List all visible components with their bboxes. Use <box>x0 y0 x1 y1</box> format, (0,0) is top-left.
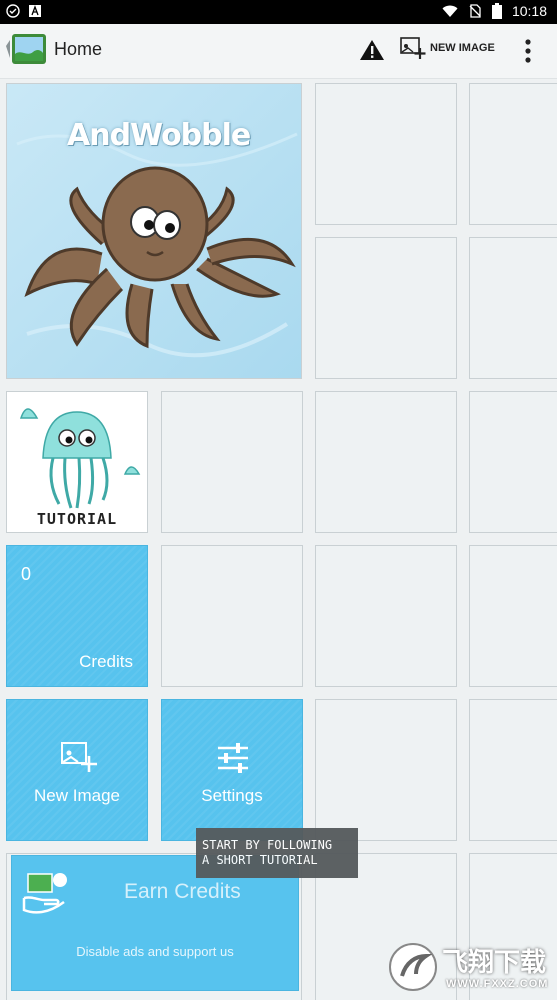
empty-tile[interactable] <box>161 391 303 533</box>
empty-tile[interactable] <box>469 545 557 687</box>
app-logo-icon <box>6 34 46 64</box>
empty-tile[interactable] <box>469 391 557 533</box>
clock: 10:18 <box>511 3 547 19</box>
tooltip-line-2: A SHORT TUTORIAL <box>202 853 318 867</box>
empty-tile[interactable] <box>469 237 557 379</box>
notification-icon <box>6 4 20 18</box>
empty-tile[interactable] <box>469 83 557 225</box>
home-up-button[interactable]: Home <box>0 30 102 68</box>
empty-tile[interactable] <box>469 699 557 841</box>
earn-credits-subtitle: Disable ads and support us <box>76 944 234 959</box>
new-image-action-label: NEW IMAGE <box>430 42 495 54</box>
add-image-icon <box>400 37 426 59</box>
tutorial-tooltip: START BY FOLLOWING A SHORT TUTORIAL <box>196 828 358 878</box>
empty-tile[interactable] <box>315 83 457 225</box>
tooltip-line-1: START BY FOLLOWING <box>202 838 333 852</box>
credits-count: 0 <box>21 564 32 584</box>
settings-label: Settings <box>201 786 263 805</box>
new-image-action[interactable]: NEW IMAGE <box>400 36 495 60</box>
status-bar: 10:18 <box>0 0 557 24</box>
empty-tile[interactable] <box>315 391 457 533</box>
no-sim-icon <box>469 4 481 18</box>
watermark-url: WWW.FXXZ.COM <box>446 978 549 990</box>
wifi-icon <box>442 5 458 17</box>
warning-icon[interactable] <box>359 38 385 62</box>
hand-gift-icon <box>22 873 67 914</box>
featured-image-tile[interactable]: AndWobble <box>6 83 302 379</box>
earn-credits-title: Earn Credits <box>124 880 241 903</box>
watermark-text: 飞翔下载 <box>442 948 547 978</box>
watermark-logo-icon <box>389 943 437 991</box>
page-title: Home <box>54 38 103 59</box>
empty-tile[interactable] <box>315 545 457 687</box>
new-image-label: New Image <box>34 786 120 805</box>
add-image-icon <box>61 742 97 772</box>
settings-tile[interactable]: Settings <box>161 699 303 841</box>
featured-logo: AndWobble <box>67 118 251 153</box>
jellyfish-image <box>19 408 141 509</box>
sliders-icon <box>218 743 248 773</box>
empty-tile[interactable] <box>315 237 457 379</box>
empty-tile[interactable] <box>161 545 303 687</box>
tutorial-label: TUTORIAL <box>36 510 118 528</box>
new-image-tile[interactable]: New Image <box>6 699 148 841</box>
credits-tile[interactable]: 0 Credits <box>6 545 148 687</box>
tutorial-tile[interactable]: TUTORIAL <box>6 391 148 533</box>
overflow-menu-icon[interactable] <box>518 38 538 64</box>
watermark: 飞翔下载 WWW.FXXZ.COM <box>388 940 548 996</box>
a-notification-icon <box>29 5 41 17</box>
app-bar: Home NEW IMAGE <box>0 24 557 79</box>
empty-tile[interactable] <box>315 699 457 841</box>
battery-icon <box>491 3 502 19</box>
credits-label: Credits <box>79 652 133 671</box>
